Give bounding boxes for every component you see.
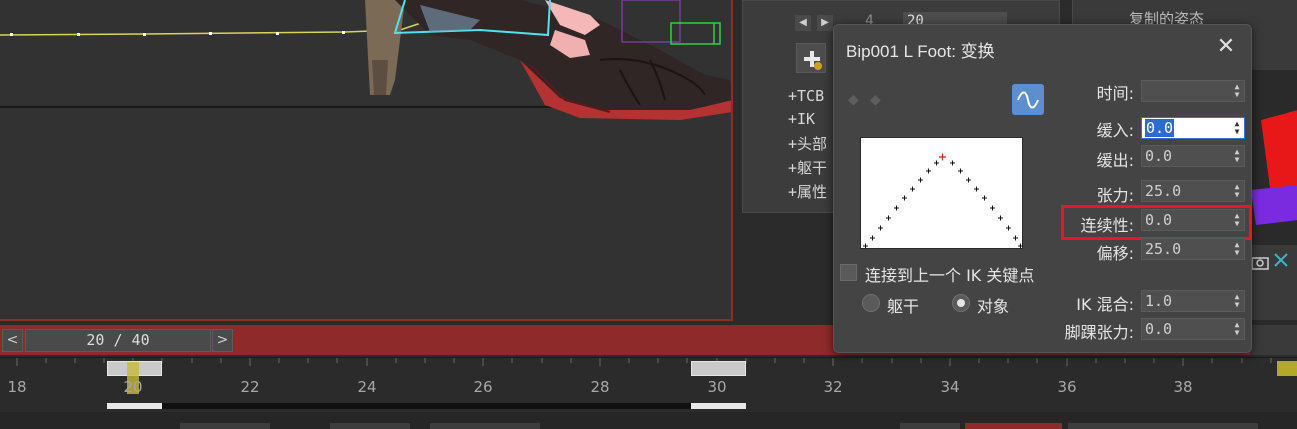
time-spinner[interactable]: ▲ ▼: [1141, 80, 1245, 102]
spinner-arrows-icon[interactable]: ▲ ▼: [1233, 120, 1241, 136]
ease-in-spinner[interactable]: 0.0 ▲ ▼: [1141, 117, 1245, 139]
tick-label: 18: [7, 378, 27, 396]
tangent-curve-button[interactable]: [1012, 84, 1044, 115]
time-slider-prev-button[interactable]: <: [2, 329, 23, 352]
toolbar-control[interactable]: [900, 423, 960, 429]
viewport-scene: [0, 0, 731, 120]
toolbar-control[interactable]: [1068, 423, 1258, 429]
ik-blend-label: IK 混合:: [1076, 295, 1134, 314]
ease-out-label: 缓出:: [1096, 151, 1134, 170]
close-x-icon[interactable]: [1271, 250, 1293, 272]
ik-join-previous-label: 连接到上一个 IK 关键点: [865, 266, 1035, 285]
tick-label: 30: [707, 378, 727, 396]
toolbar-control[interactable]: [430, 423, 540, 429]
ease-in-label: 缓入:: [1096, 121, 1134, 140]
radio-body[interactable]: [862, 294, 880, 312]
bias-spinner[interactable]: 25.0 ▲ ▼: [1141, 238, 1245, 260]
rollout-body[interactable]: +躯干: [788, 157, 827, 178]
prev-key-icon[interactable]: ◆: [848, 93, 862, 107]
time-slider-end: [1250, 325, 1297, 355]
ankle-tension-spinner[interactable]: 0.0 ▲ ▼: [1141, 318, 1245, 340]
far-right-preview: [1251, 70, 1297, 245]
add-key-icon: [804, 51, 822, 70]
time-slider-next-button[interactable]: >: [212, 329, 233, 352]
tension-spinner[interactable]: 25.0 ▲ ▼: [1141, 180, 1245, 202]
tick-label: 28: [590, 378, 610, 396]
tick-label: 34: [940, 378, 960, 396]
tick-label: 36: [1057, 378, 1077, 396]
spinner-arrows-icon[interactable]: ▲ ▼: [1233, 293, 1241, 309]
sine-curve-icon: [1017, 91, 1039, 109]
tick-label: 22: [240, 378, 260, 396]
timeline-ruler[interactable]: [0, 357, 1297, 401]
tick-label: 20: [123, 378, 143, 396]
radio-body-label: 躯干: [887, 297, 920, 316]
continuity-highlight: [1061, 205, 1252, 240]
radio-object-label: 对象: [977, 297, 1010, 316]
key-range-bar: [107, 403, 746, 409]
spinner-arrows-icon[interactable]: ▲ ▼: [1233, 83, 1241, 99]
spinner-arrows-icon[interactable]: ▲ ▼: [1233, 148, 1241, 164]
tick-label: 32: [823, 378, 843, 396]
time-slider-thumb[interactable]: 20 / 40: [25, 329, 211, 352]
camera-icon[interactable]: [1249, 250, 1273, 274]
ankle-tension-label: 脚踝张力:: [1064, 323, 1134, 342]
rollout-properties[interactable]: +属性: [788, 181, 827, 202]
close-icon[interactable]: ✕: [1214, 35, 1238, 59]
rollout-head[interactable]: +头部: [788, 133, 827, 154]
bias-label: 偏移:: [1096, 244, 1134, 263]
spinner-arrows-icon[interactable]: ▲ ▼: [1233, 183, 1241, 199]
next-key-arrow-icon[interactable]: ▶: [817, 15, 833, 31]
ik-blend-spinner[interactable]: 1.0 ▲ ▼: [1141, 290, 1245, 312]
rollout-ik[interactable]: +IK: [788, 110, 815, 128]
tick-label: 24: [357, 378, 377, 396]
dialog-title: Bip001 L Foot: 变换: [846, 42, 995, 61]
toolbar-control[interactable]: [180, 423, 270, 429]
timeline-key-selected[interactable]: [1277, 361, 1297, 376]
rollout-tcb[interactable]: +TCB: [788, 87, 824, 105]
tcb-curve-plot: [863, 153, 1023, 249]
ease-out-spinner[interactable]: 0.0 ▲ ▼: [1141, 145, 1245, 167]
time-label: 时间:: [1096, 84, 1134, 103]
radio-object[interactable]: [952, 294, 970, 312]
tcb-graph: [860, 137, 1023, 249]
viewport[interactable]: [0, 0, 733, 321]
toolbar-control[interactable]: [965, 423, 1062, 429]
tick-label: 26: [473, 378, 493, 396]
toolbar-control[interactable]: [330, 423, 410, 429]
spinner-arrows-icon[interactable]: ▲ ▼: [1233, 241, 1241, 257]
timeline-key[interactable]: [691, 361, 746, 376]
set-key-button[interactable]: [796, 43, 826, 73]
spinner-arrows-icon[interactable]: ▲ ▼: [1233, 321, 1241, 337]
tension-label: 张力:: [1096, 186, 1134, 205]
tick-label: 38: [1173, 378, 1193, 396]
ik-join-previous-checkbox[interactable]: [840, 264, 857, 281]
next-key-icon[interactable]: ◆: [870, 93, 884, 107]
key-range-start: [107, 403, 162, 409]
key-info-dialog: Bip001 L Foot: 变换 ✕ ◆ ◆ 时间: ▲ ▼ 缓入: 0.0 …: [833, 24, 1252, 353]
key-range-end: [691, 403, 746, 409]
prev-key-arrow-icon[interactable]: ◀: [795, 15, 811, 31]
